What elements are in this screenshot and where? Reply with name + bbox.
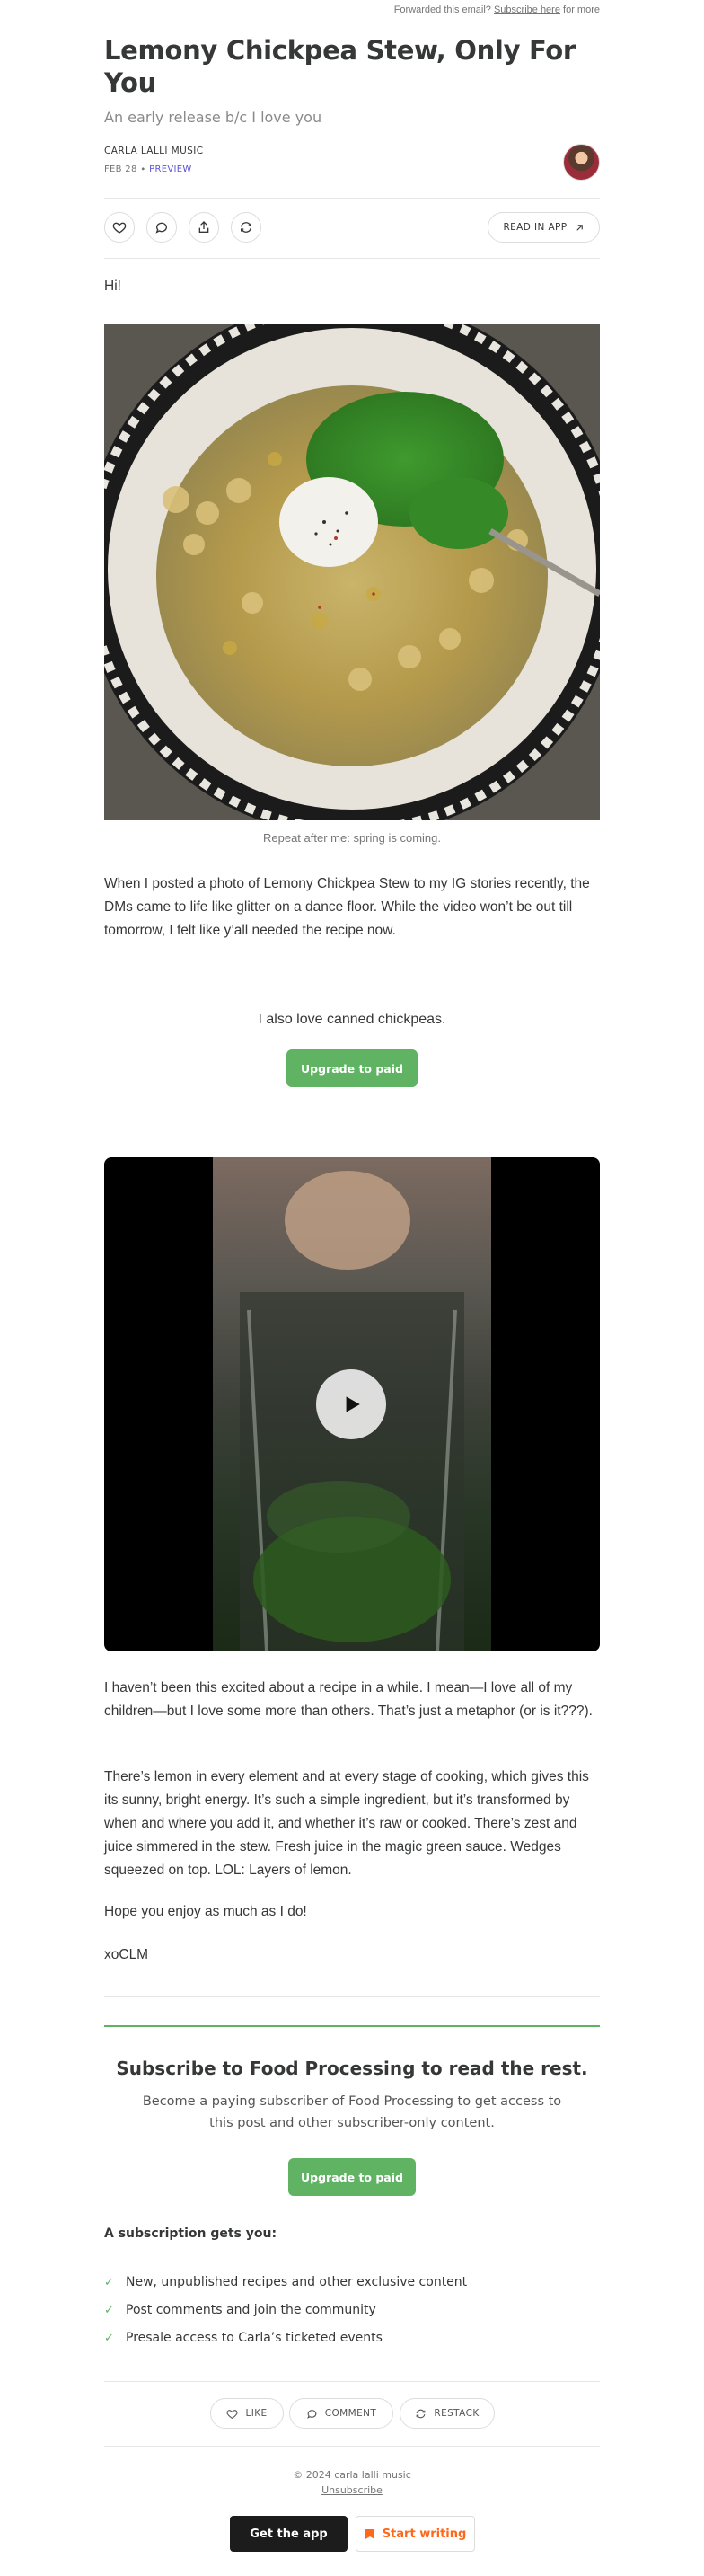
start-writing-button[interactable]: Start writing <box>356 2516 475 2552</box>
subscribe-heading: Subscribe to Food Processing to read the… <box>116 2058 588 2079</box>
divider <box>104 2381 600 2382</box>
preview-badge: PREVIEW <box>149 164 192 174</box>
share-button[interactable] <box>189 212 219 243</box>
body-paragraph: Hope you enjoy as much as I do! <box>104 1904 307 1919</box>
arrow-up-right-icon <box>576 224 583 231</box>
forward-suffix: for more <box>563 4 600 15</box>
comment-icon <box>155 222 167 234</box>
email-page: Forwarded this email? Subscribe here for… <box>0 0 704 2576</box>
read-in-app-label: READ IN APP <box>503 222 568 233</box>
benefit-item: ✓ Post comments and join the community <box>104 2303 600 2317</box>
paywall-teaser: I also love canned chickpeas. <box>258 1012 446 1027</box>
start-writing-label: Start writing <box>382 2527 467 2541</box>
stew-illustration <box>104 324 600 820</box>
heart-icon <box>112 222 127 234</box>
subscribe-description: Become a paying subscriber of Food Proce… <box>142 2094 562 2130</box>
comment-label: COMMENT <box>324 2408 377 2419</box>
check-icon: ✓ <box>104 2275 114 2289</box>
share-icon <box>198 221 209 233</box>
restack-label: RESTACK <box>434 2408 480 2419</box>
date-separator: ∙ <box>136 164 150 174</box>
comment-button[interactable] <box>146 212 177 243</box>
divider <box>104 198 600 199</box>
intro-paragraph: When I posted a photo of Lemony Chickpea… <box>104 876 590 938</box>
restack-icon <box>417 2409 426 2418</box>
forward-text: Forwarded this email? <box>393 4 491 15</box>
divider <box>104 1996 600 1997</box>
body-paragraph: There’s lemon in every element and at ev… <box>104 1769 589 1878</box>
post-meta: FEB 28 ∙ PREVIEW <box>104 164 600 174</box>
unsubscribe-link[interactable]: Unsubscribe <box>104 2484 600 2496</box>
divider <box>104 258 600 259</box>
signoff: xoCLM <box>104 1947 149 1962</box>
author-avatar[interactable] <box>563 144 600 181</box>
greeting-text: Hi! <box>104 279 121 294</box>
heart-icon <box>226 2409 238 2419</box>
like-label: LIKE <box>245 2408 268 2419</box>
benefit-text: Post comments and join the community <box>126 2303 376 2317</box>
restack-button[interactable] <box>231 212 261 243</box>
play-icon <box>346 1396 360 1412</box>
paywall-rule <box>104 2025 600 2027</box>
get-the-app-button[interactable]: Get the app <box>230 2516 348 2552</box>
comment-icon <box>306 2409 317 2419</box>
copyright-text: © 2024 carla lalli music <box>293 2469 411 2481</box>
body-paragraph: I haven’t been this excited about a reci… <box>104 1680 593 1719</box>
post-date: FEB 28 <box>104 164 137 174</box>
benefit-item: ✓ Presale access to Carla’s ticketed eve… <box>104 2331 600 2345</box>
benefits-heading: A subscription gets you: <box>104 2226 277 2241</box>
footer-like-button[interactable]: LIKE <box>210 2398 284 2429</box>
stew-photo[interactable] <box>104 324 600 820</box>
subscribe-here-link[interactable]: Subscribe here <box>494 4 560 15</box>
benefit-item: ✓ New, unpublished recipes and other exc… <box>104 2275 600 2289</box>
video-player[interactable] <box>104 1157 600 1651</box>
footer-restack-button[interactable]: RESTACK <box>400 2398 495 2429</box>
footer-comment-button[interactable]: COMMENT <box>289 2398 393 2429</box>
post-subtitle: An early release b/c I love you <box>104 109 322 126</box>
subscribe-upgrade-button[interactable]: Upgrade to paid <box>288 2158 416 2196</box>
play-button[interactable] <box>316 1369 386 1439</box>
post-title[interactable]: Lemony Chickpea Stew, Only For You <box>104 34 600 99</box>
upgrade-to-paid-button[interactable]: Upgrade to paid <box>286 1049 418 1087</box>
like-button[interactable] <box>104 212 135 243</box>
read-in-app-button[interactable]: READ IN APP <box>488 212 600 243</box>
photo-caption: Repeat after me: spring is coming. <box>263 831 441 845</box>
author-name[interactable]: CARLA LALLI MUSIC <box>104 146 600 156</box>
restack-icon <box>241 222 251 233</box>
bookmark-icon <box>365 2528 374 2539</box>
check-icon: ✓ <box>104 2331 114 2345</box>
forward-notice: Forwarded this email? Subscribe here for… <box>394 4 600 15</box>
benefit-text: Presale access to Carla’s ticketed event… <box>126 2331 383 2345</box>
benefit-text: New, unpublished recipes and other exclu… <box>126 2275 468 2289</box>
check-icon: ✓ <box>104 2303 114 2317</box>
divider <box>104 2446 600 2447</box>
